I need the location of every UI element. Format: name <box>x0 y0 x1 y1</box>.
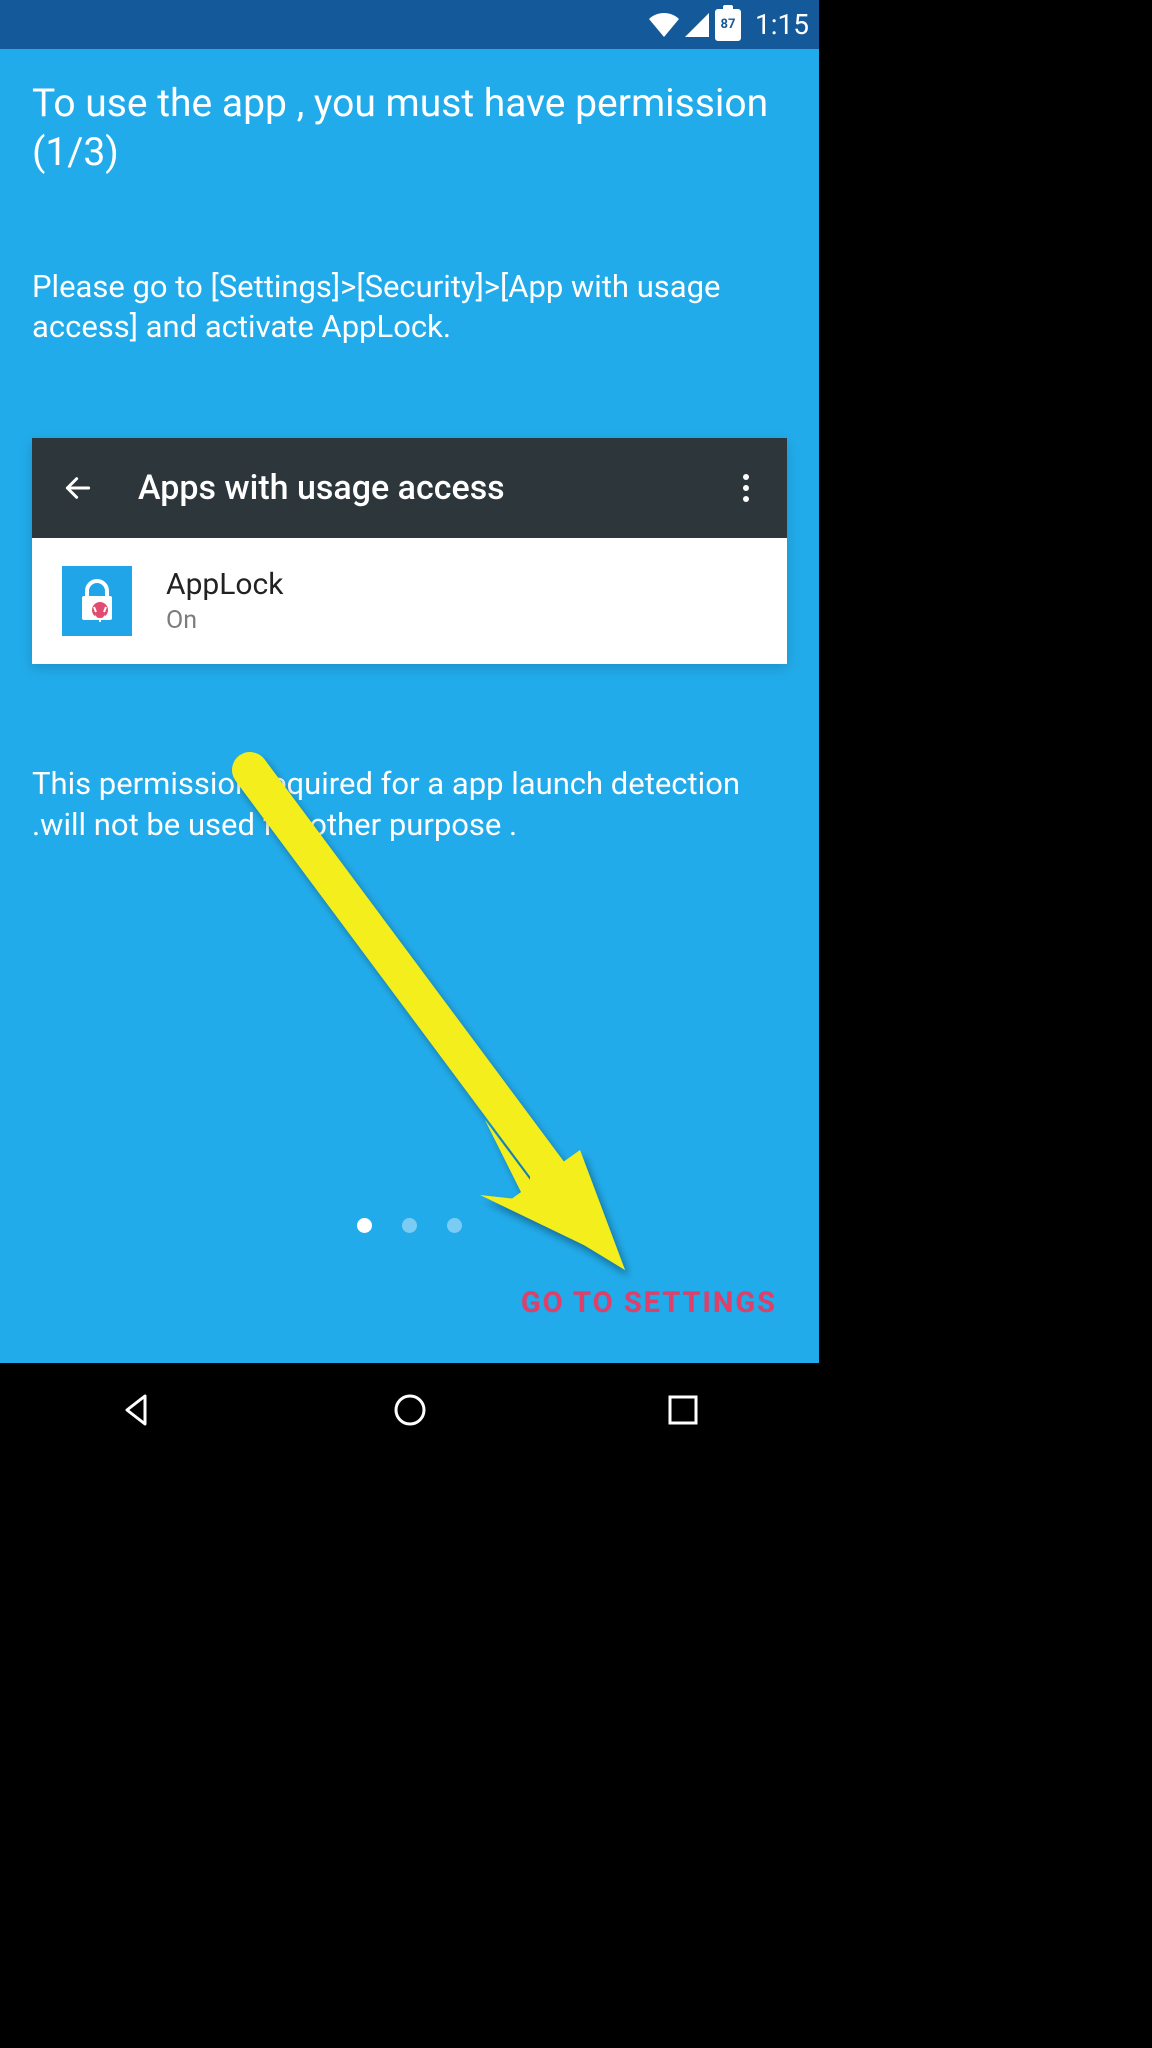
preview-app-text: AppLock On <box>166 567 283 635</box>
battery-icon: 87 <box>715 9 741 41</box>
applock-icon <box>62 566 132 636</box>
cell-signal-icon <box>685 13 709 37</box>
page-dot-1[interactable] <box>357 1218 372 1233</box>
wifi-icon <box>649 13 679 37</box>
preview-title: Apps with usage access <box>138 468 731 508</box>
back-icon <box>58 472 98 504</box>
page-indicator <box>0 1218 819 1233</box>
preview-app-name: AppLock <box>166 567 283 602</box>
overflow-menu-icon <box>731 474 761 502</box>
preview-app-row: AppLock On <box>32 538 787 664</box>
battery-percent: 87 <box>721 17 736 32</box>
page-dot-3[interactable] <box>447 1218 462 1233</box>
content: To use the app , you must have permissio… <box>0 49 819 1363</box>
status-icons: 87 1:15 <box>649 8 809 41</box>
preview-header: Apps with usage access <box>32 438 787 538</box>
system-nav-bar <box>0 1363 819 1456</box>
page-dot-2[interactable] <box>402 1218 417 1233</box>
page-title: To use the app , you must have permissio… <box>32 79 787 177</box>
status-time: 1:15 <box>755 8 809 41</box>
recent-apps-button[interactable] <box>666 1393 700 1427</box>
instructions-text: Please go to [Settings]>[Security]>[App … <box>32 267 787 349</box>
go-to-settings-button[interactable]: GO TO SETTINGS <box>517 1282 781 1324</box>
settings-preview: Apps with usage access AppLock On <box>32 438 787 664</box>
screen: 87 1:15 To use the app , you must have p… <box>0 0 819 1456</box>
back-button[interactable] <box>119 1392 155 1428</box>
status-bar: 87 1:15 <box>0 0 819 49</box>
preview-app-status: On <box>166 606 283 635</box>
footer-note: This permission required for a app launc… <box>32 764 787 846</box>
home-button[interactable] <box>392 1392 428 1428</box>
